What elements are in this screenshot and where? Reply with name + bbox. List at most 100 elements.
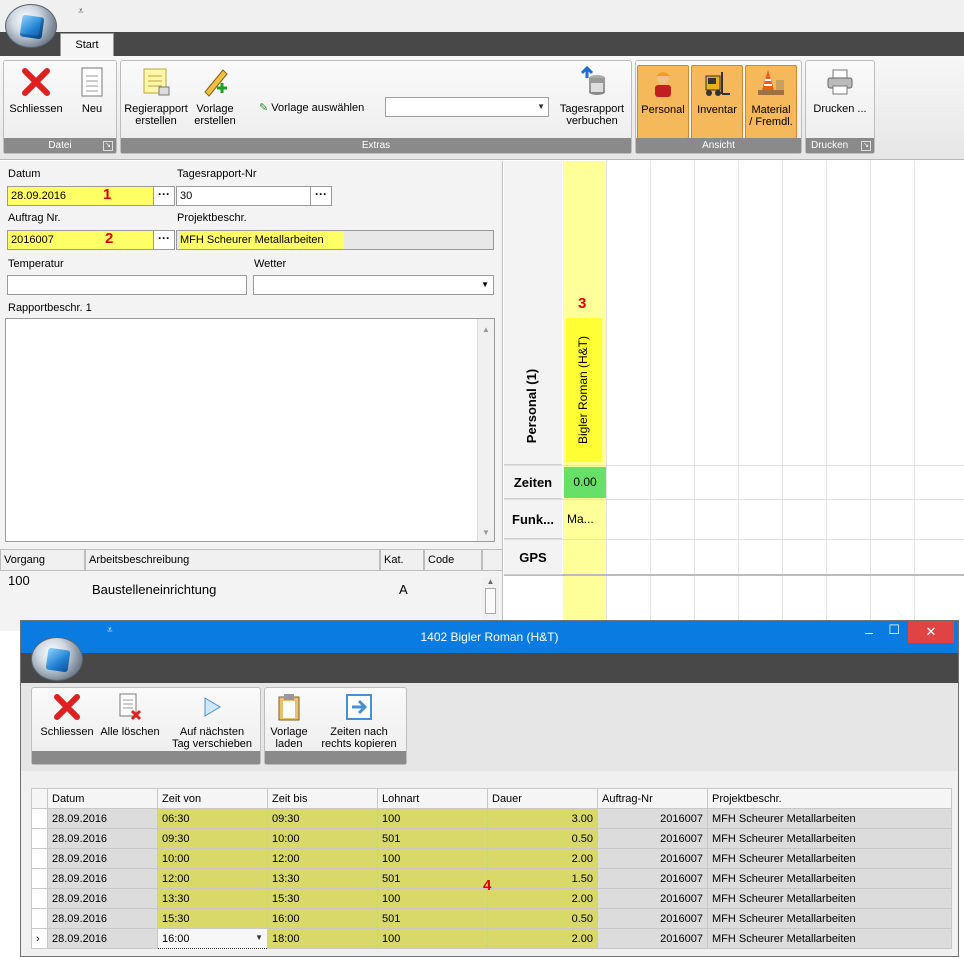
zeit-von-cell[interactable]: 06:30 (157, 808, 268, 829)
maximize-icon[interactable]: ☐ (888, 622, 900, 638)
lohnart-cell[interactable]: 501 (377, 868, 488, 889)
lohnart-cell[interactable]: 100 (377, 848, 488, 869)
drucken-button[interactable]: Drucken ... (808, 65, 872, 115)
projektbeschr-cell[interactable]: MFH Scheurer Metallarbeiten (707, 908, 952, 929)
regierapport-button[interactable]: Regierapport erstellen (124, 65, 188, 127)
tagesrapport-picker-button[interactable]: ··· (310, 186, 332, 206)
zeit-von-cell[interactable]: 10:00 (157, 848, 268, 869)
dialog-launcher-icon[interactable]: ↘ (861, 141, 871, 151)
col-vorgang[interactable]: Vorgang (0, 549, 85, 571)
close-window-icon[interactable]: ✕ (908, 621, 954, 643)
zeit-bis-cell[interactable]: 16:00 (267, 908, 378, 929)
datum-cell[interactable]: 28.09.2016 (47, 808, 158, 829)
auftrag-nr-cell[interactable]: 2016007 (597, 828, 708, 849)
zeit-von-cell[interactable]: 09:30 (157, 828, 268, 849)
lohnart-cell[interactable]: 501 (377, 828, 488, 849)
zeit-von-cell[interactable]: 16:00 ▼ (157, 928, 268, 949)
zeit-bis-cell[interactable]: 12:00 (267, 848, 378, 869)
zeiten-value[interactable]: 0.00 (564, 467, 606, 498)
col-projektbeschr[interactable]: Projektbeschr. (707, 788, 952, 809)
table-row[interactable]: 28.09.2016 10:00 12:00 100 2.00 2016007 MFH Sc… (31, 848, 952, 869)
table-row[interactable]: › 28.09.2016 16:00 ▼ 18:00 100 2.00 2016007 MFH … (31, 928, 952, 949)
popup-schliessen-button[interactable]: Schliessen (36, 692, 98, 738)
table-row[interactable]: 28.09.2016 12:00 13:30 501 1.50 2016007 MFH Sc… (31, 868, 952, 889)
auftrag-field[interactable]: 2016007 (7, 230, 155, 250)
projektbeschr-cell[interactable]: MFH Scheurer Metallarbeiten (707, 868, 952, 889)
auf-naechsten-tag-button[interactable]: Auf nächsten Tag verschieben (166, 692, 258, 750)
personal-view-button[interactable]: Personal (637, 65, 689, 139)
vorgang-cell[interactable]: 100 (8, 571, 30, 601)
wetter-combo[interactable]: ▼ (253, 275, 494, 295)
datum-cell[interactable]: 28.09.2016 (47, 868, 158, 889)
beschreibung-cell[interactable]: Baustelleneinrichtung (92, 575, 216, 605)
zeit-von-cell[interactable]: 13:30 (157, 888, 268, 909)
col-arbeitsbeschreibung[interactable]: Arbeitsbeschreibung (85, 549, 380, 571)
zeiten-kopieren-button[interactable]: Zeiten nach rechts kopieren (313, 692, 405, 750)
col-dauer[interactable]: Dauer (487, 788, 598, 809)
schliessen-button[interactable]: Schliessen (7, 65, 65, 115)
auftrag-nr-cell[interactable]: 2016007 (597, 808, 708, 829)
zeit-bis-cell[interactable]: 13:30 (267, 868, 378, 889)
col-kat[interactable]: Kat. (380, 549, 424, 571)
lohnart-cell[interactable]: 100 (377, 888, 488, 909)
projektbeschr-cell[interactable]: MFH Scheurer Metallarbeiten (707, 808, 952, 829)
inventar-view-button[interactable]: Inventar (691, 65, 743, 139)
dauer-cell[interactable]: 1.50 (487, 868, 598, 889)
rapportbeschr-textarea[interactable]: ▲ ▼ (5, 318, 495, 542)
tab-start[interactable]: Start (60, 33, 114, 57)
dropdown-arrow-icon[interactable]: ▼ (255, 933, 263, 942)
dauer-cell[interactable]: 0.50 (487, 908, 598, 929)
auftrag-nr-cell[interactable]: 2016007 (597, 928, 708, 949)
table-row[interactable]: 28.09.2016 15:30 16:00 501 0.50 2016007 MFH Sc… (31, 908, 952, 929)
projektbeschr-cell[interactable]: MFH Scheurer Metallarbeiten (707, 928, 952, 949)
auftrag-nr-cell[interactable]: 2016007 (597, 848, 708, 869)
funk-value[interactable]: Ma... (567, 500, 594, 539)
auftrag-nr-cell[interactable]: 2016007 (597, 908, 708, 929)
datum-cell[interactable]: 28.09.2016 (47, 828, 158, 849)
tagesrapport-field[interactable]: 30 (176, 186, 312, 206)
projektbeschr-cell[interactable]: MFH Scheurer Metallarbeiten (707, 848, 952, 869)
zeit-von-cell[interactable]: 15:30 (157, 908, 268, 929)
datum-cell[interactable]: 28.09.2016 (47, 848, 158, 869)
col-code[interactable]: Code (424, 549, 482, 571)
quick-access-toolbar[interactable]: ⩡ (78, 6, 84, 17)
neu-button[interactable]: Neu (74, 65, 110, 115)
dauer-cell[interactable]: 3.00 (487, 808, 598, 829)
window-title-bar[interactable]: 1402 Bigler Roman (H&T) ⩡ – ☐ ✕ (21, 621, 958, 653)
vorlage-laden-button[interactable]: Vorlage laden (267, 692, 311, 750)
projektbeschr-cell[interactable]: MFH Scheurer Metallarbeiten (707, 828, 952, 849)
person-name-cell[interactable]: Bigler Roman (H&T) (566, 318, 602, 462)
datum-field[interactable]: 28.09.2016 (7, 186, 155, 206)
vorlage-erstellen-button[interactable]: Vorlage erstellen (191, 65, 239, 127)
datum-cell[interactable]: 28.09.2016 (47, 908, 158, 929)
col-auftrag-nr[interactable]: Auftrag-Nr (597, 788, 708, 809)
material-view-button[interactable]: Material / Fremdl. (745, 65, 797, 139)
zeit-bis-cell[interactable]: 09:30 (267, 808, 378, 829)
table-row[interactable]: 28.09.2016 09:30 10:00 501 0.50 2016007 MFH Sc… (31, 828, 952, 849)
lohnart-cell[interactable]: 100 (377, 928, 488, 949)
table-row[interactable]: 28.09.2016 06:30 09:30 100 3.00 2016007 MFH Sc… (31, 808, 952, 829)
grid-scrollbar[interactable]: ▲ (482, 577, 499, 622)
projektbeschr-cell[interactable]: MFH Scheurer Metallarbeiten (707, 888, 952, 909)
row-indicator[interactable] (31, 888, 48, 909)
dauer-cell[interactable]: 2.00 (487, 848, 598, 869)
minimize-icon[interactable]: – (865, 624, 873, 640)
col-datum[interactable]: Datum (47, 788, 158, 809)
dialog-launcher-icon[interactable]: ↘ (103, 141, 113, 151)
auftrag-nr-cell[interactable]: 2016007 (597, 868, 708, 889)
zeit-bis-cell[interactable]: 18:00 (267, 928, 378, 949)
memo-scrollbar[interactable]: ▲ ▼ (477, 319, 494, 541)
alle-loeschen-button[interactable]: Alle löschen (98, 692, 162, 738)
dauer-cell[interactable]: 0.50 (487, 828, 598, 849)
tagesrapport-verbuchen-button[interactable]: Tagesrapport verbuchen (555, 65, 629, 127)
datum-cell[interactable]: 28.09.2016 (47, 888, 158, 909)
table-row[interactable]: 28.09.2016 13:30 15:30 100 2.00 2016007 MFH Sc… (31, 888, 952, 909)
col-lohnart[interactable]: Lohnart (377, 788, 488, 809)
col-zeit-von[interactable]: Zeit von (157, 788, 268, 809)
lohnart-cell[interactable]: 501 (377, 908, 488, 929)
quick-access-toolbar[interactable]: ⩡ (107, 625, 113, 636)
datum-picker-button[interactable]: ··· (153, 186, 175, 206)
scroll-up-icon[interactable]: ▲ (478, 325, 494, 334)
zeit-von-cell[interactable]: 12:00 (157, 868, 268, 889)
row-indicator[interactable] (31, 868, 48, 889)
